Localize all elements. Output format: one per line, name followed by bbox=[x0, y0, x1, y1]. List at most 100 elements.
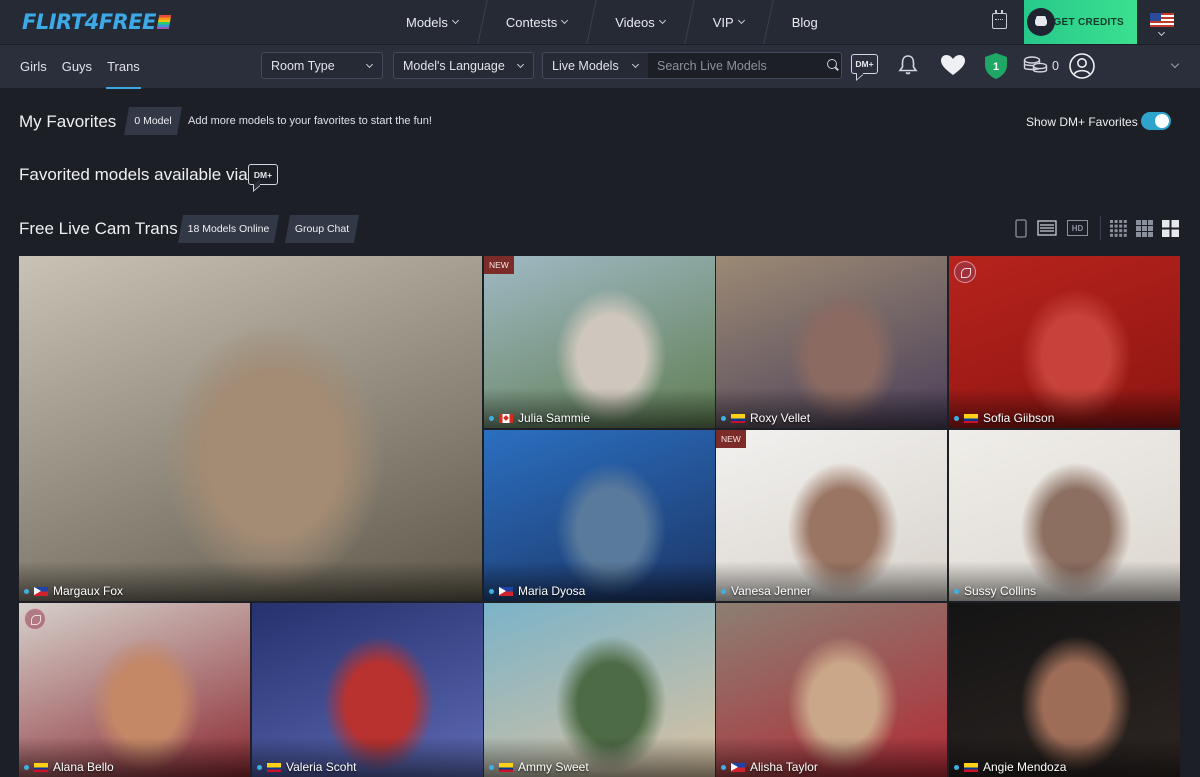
us-flag-icon[interactable] bbox=[1150, 13, 1174, 27]
tab-trans[interactable]: Trans bbox=[106, 45, 141, 89]
room-type-select[interactable]: Room Type bbox=[261, 52, 383, 79]
nav-item-vip[interactable]: VIP bbox=[689, 0, 768, 44]
model-tile[interactable]: Roxy Vellet bbox=[716, 256, 947, 428]
country-flag-icon bbox=[964, 413, 978, 423]
nav-item-videos[interactable]: Videos bbox=[591, 0, 689, 44]
shield-badge-icon[interactable]: 1 bbox=[984, 52, 1008, 80]
search-input[interactable] bbox=[648, 52, 842, 79]
online-dot-icon bbox=[24, 764, 29, 770]
site-logo[interactable]: FLIRT4FREE bbox=[22, 8, 172, 36]
model-caption: Angie Mendoza bbox=[954, 759, 1066, 775]
hd-filter-icon[interactable]: HD bbox=[1067, 220, 1088, 236]
nav-item-models[interactable]: Models bbox=[382, 0, 482, 44]
tab-girls[interactable]: Girls bbox=[20, 45, 47, 89]
dm-plus-icon[interactable]: DM+ bbox=[851, 54, 878, 74]
model-name: Margaux Fox bbox=[53, 584, 124, 598]
rewards-level: 1 bbox=[993, 61, 999, 73]
online-dot-icon bbox=[721, 764, 726, 770]
nav-label: Contests bbox=[505, 14, 558, 30]
model-tile[interactable]: Alana Bello bbox=[19, 603, 250, 777]
online-dot-icon bbox=[489, 764, 494, 770]
model-tile[interactable]: Valeria Scoht bbox=[252, 603, 483, 777]
model-tile[interactable]: Ammy Sweet bbox=[484, 603, 715, 777]
dm-favorites-toggle[interactable] bbox=[1141, 112, 1171, 130]
heart-icon[interactable] bbox=[940, 54, 966, 76]
chevron-down-icon bbox=[658, 16, 666, 25]
get-credits-label: GET CREDITS bbox=[1053, 16, 1124, 28]
nav-item-contests[interactable]: Contests bbox=[482, 0, 591, 44]
online-dot-icon bbox=[721, 415, 726, 421]
coin-balance: 0 bbox=[1052, 59, 1059, 73]
main-nav: Models Contests Videos VIP Blog bbox=[382, 0, 842, 44]
model-name: Maria Dyosa bbox=[518, 584, 586, 598]
favorites-hint: Add more models to your favorites to sta… bbox=[188, 115, 432, 127]
model-name: Vanesa Jenner bbox=[731, 584, 811, 598]
gender-tabs: Girls Guys Trans bbox=[20, 45, 155, 89]
country-flag-icon bbox=[731, 762, 745, 772]
bell-icon[interactable] bbox=[898, 54, 918, 75]
grid-large-icon[interactable] bbox=[1162, 220, 1179, 237]
dm-plus-icon: DM+ bbox=[248, 164, 278, 185]
favorites-title: My Favorites bbox=[19, 112, 117, 131]
favorites-count-badge: 0 Model bbox=[124, 107, 182, 135]
model-tile[interactable]: NEW Julia Sammie bbox=[484, 256, 715, 428]
dm-favorites-toggle-label: Show DM+ Favorites bbox=[1026, 115, 1138, 129]
model-tile[interactable]: Angie Mendoza bbox=[949, 603, 1180, 777]
grid-small-icon[interactable] bbox=[1110, 220, 1127, 237]
top-bar: FLIRT4FREE Models Contests Videos VIP Bl… bbox=[0, 0, 1200, 44]
logo-text: FLIRT4FREE bbox=[22, 10, 156, 34]
model-caption: Sussy Collins bbox=[954, 583, 1036, 599]
online-dot-icon bbox=[489, 588, 494, 594]
user-account-icon[interactable] bbox=[1069, 53, 1095, 79]
dm-plus-label: DM+ bbox=[253, 169, 273, 180]
country-flag-icon bbox=[964, 762, 978, 772]
online-dot-icon bbox=[954, 588, 959, 594]
online-dot-icon bbox=[721, 588, 726, 594]
language-label: Model's Language bbox=[403, 58, 505, 73]
new-badge: NEW bbox=[484, 256, 514, 274]
mobile-view-icon[interactable] bbox=[1015, 219, 1027, 238]
coins-icon[interactable] bbox=[1023, 56, 1048, 74]
list-view-icon[interactable] bbox=[1037, 220, 1057, 236]
nav-item-blog[interactable]: Blog bbox=[768, 0, 842, 44]
country-flag-icon bbox=[731, 413, 745, 423]
model-tile[interactable]: NEW Vanesa Jenner bbox=[716, 430, 947, 601]
model-tile[interactable]: Sofia Giibson bbox=[949, 256, 1180, 428]
model-tile[interactable]: Margaux Fox bbox=[19, 256, 482, 601]
coin-stack-icon bbox=[1027, 8, 1055, 36]
country-flag-icon bbox=[499, 413, 513, 423]
language-select[interactable]: Model's Language bbox=[393, 52, 534, 79]
country-flag-icon bbox=[499, 586, 513, 596]
model-name: Sussy Collins bbox=[964, 584, 1037, 598]
model-caption: Ammy Sweet bbox=[489, 759, 589, 775]
model-caption: Margaux Fox bbox=[24, 583, 123, 599]
model-tile[interactable]: Maria Dyosa bbox=[484, 430, 715, 601]
model-name: Roxy Vellet bbox=[750, 411, 811, 425]
tab-guys[interactable]: Guys bbox=[62, 45, 92, 89]
model-caption: Roxy Vellet bbox=[721, 410, 810, 426]
model-name: Alana Bello bbox=[53, 760, 114, 774]
group-chat-button[interactable]: Group Chat bbox=[285, 215, 359, 243]
model-caption: Vanesa Jenner bbox=[721, 583, 811, 599]
hd-label: HD bbox=[1071, 223, 1084, 233]
online-dot-icon bbox=[257, 764, 262, 770]
chevron-down-icon bbox=[737, 16, 745, 25]
chevron-down-icon bbox=[365, 60, 374, 69]
chevron-down-icon[interactable] bbox=[1157, 28, 1166, 37]
search-icon[interactable] bbox=[827, 59, 837, 69]
model-name: Angie Mendoza bbox=[983, 760, 1067, 774]
online-dot-icon bbox=[954, 415, 959, 421]
new-badge: NEW bbox=[716, 430, 746, 448]
grid-medium-icon[interactable] bbox=[1136, 220, 1153, 237]
model-caption: Julia Sammie bbox=[489, 410, 590, 426]
calendar-icon[interactable] bbox=[992, 10, 1007, 29]
model-tile[interactable]: Sussy Collins bbox=[949, 430, 1180, 601]
model-name: Julia Sammie bbox=[518, 411, 591, 425]
get-credits-button[interactable]: GET CREDITS bbox=[1024, 0, 1137, 44]
live-models-select[interactable]: Live Models bbox=[542, 52, 649, 79]
chevron-down-icon bbox=[516, 60, 525, 69]
model-name: Ammy Sweet bbox=[518, 760, 589, 774]
model-tile[interactable]: Alisha Taylor bbox=[716, 603, 947, 777]
models-online-count: 18 Models Online bbox=[187, 223, 270, 235]
feature-badge-icon bbox=[954, 261, 976, 283]
